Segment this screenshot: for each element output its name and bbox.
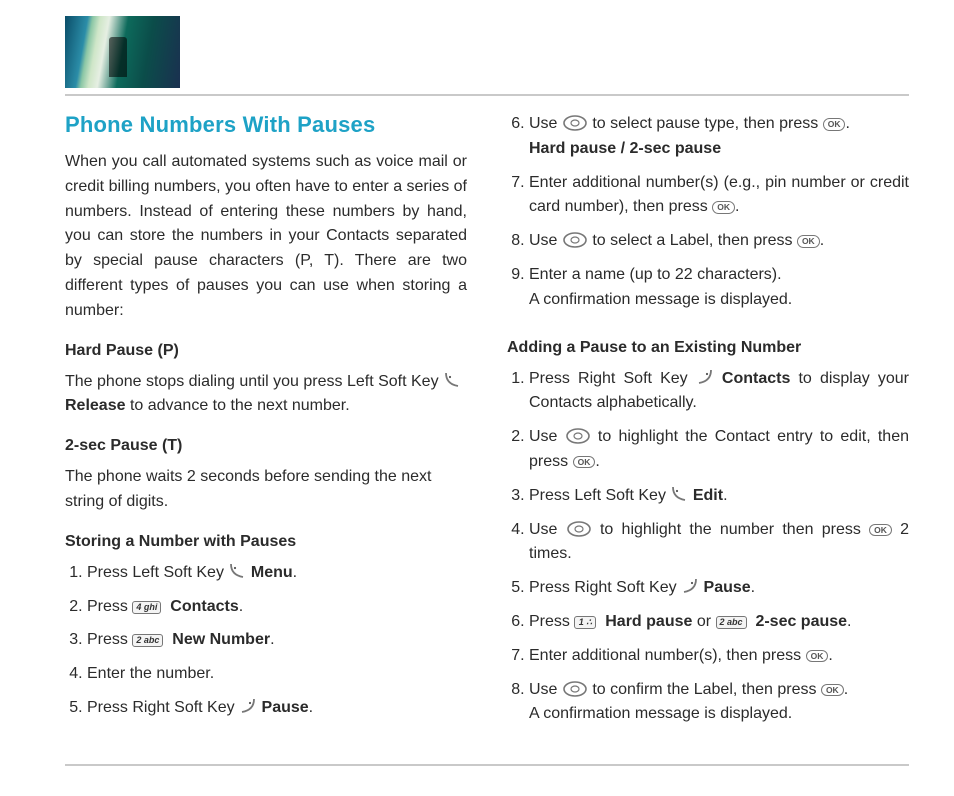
list-item: Use to select pause type, then press OK.… xyxy=(529,112,909,162)
divider-top xyxy=(65,94,909,96)
divider-bottom xyxy=(65,764,909,766)
list-item: Press Right Soft Key Contacts to display… xyxy=(529,367,909,417)
pause-options-label: Hard pause / 2-sec pause xyxy=(529,140,721,157)
text: Press Left Soft Key xyxy=(87,564,228,581)
edit-label: Edit xyxy=(693,487,723,504)
section-title: Phone Numbers With Pauses xyxy=(65,112,467,138)
list-item: Press 2 abc New Number. xyxy=(87,628,467,653)
text: Press Right Soft Key xyxy=(529,370,696,387)
text: to advance to the next number. xyxy=(126,397,350,414)
list-item: Enter a name (up to 22 characters). A co… xyxy=(529,263,909,313)
key-1-icon: 1 ∴ xyxy=(574,616,596,629)
list-item: Press Left Soft Key Menu. xyxy=(87,561,467,586)
text: Use xyxy=(529,115,562,132)
left-softkey-icon xyxy=(670,485,688,503)
nav-key-icon xyxy=(566,520,592,538)
list-item: Enter additional number(s) (e.g., pin nu… xyxy=(529,171,909,221)
text: Enter additional number(s), then press xyxy=(529,647,806,664)
page: Phone Numbers With Pauses When you call … xyxy=(0,0,954,796)
list-item: Use to select a Label, then press OK. xyxy=(529,229,909,254)
list-item: Press Right Soft Key Pause. xyxy=(87,696,467,721)
nav-key-icon xyxy=(565,427,591,445)
right-softkey-icon xyxy=(239,697,257,715)
nav-key-icon xyxy=(562,231,588,249)
list-item: Use to highlight the number then press O… xyxy=(529,518,909,568)
text: Press Left Soft Key xyxy=(529,487,670,504)
ok-key-icon: OK xyxy=(821,684,844,697)
text: to confirm the Label, then press xyxy=(592,681,821,698)
storing-list-cont: Use to select pause type, then press OK.… xyxy=(507,112,909,313)
contacts-label: Contacts xyxy=(170,598,238,615)
key-2-icon: 2 abc xyxy=(716,616,747,629)
storing-list: Press Left Soft Key Menu. Press 4 ghi Co… xyxy=(65,561,467,721)
text: Use xyxy=(529,521,566,538)
ok-key-icon: OK xyxy=(573,456,596,469)
release-label: Release xyxy=(65,397,126,414)
list-item: Press Left Soft Key Edit. xyxy=(529,484,909,509)
sec-pause-text: The phone waits 2 seconds before sending… xyxy=(65,465,467,515)
text: Press xyxy=(87,598,132,615)
hard-pause-text: The phone stops dialing until you press … xyxy=(65,370,467,420)
pause-label: Pause xyxy=(262,699,309,716)
nav-key-icon xyxy=(562,680,588,698)
list-item: Press 1 ∴ Hard pause or 2 abc 2-sec paus… xyxy=(529,610,909,635)
left-softkey-icon xyxy=(228,562,246,580)
right-column: Use to select pause type, then press OK.… xyxy=(507,112,909,736)
pause-label: Pause xyxy=(704,579,751,596)
ok-key-icon: OK xyxy=(712,201,735,214)
sec-pause-label: 2-sec pause xyxy=(755,613,847,630)
key-4-icon: 4 ghi xyxy=(132,601,161,614)
ok-key-icon: OK xyxy=(797,235,820,248)
ok-key-icon: OK xyxy=(823,118,846,131)
contacts-label: Contacts xyxy=(722,370,790,387)
storing-heading: Storing a Number with Pauses xyxy=(65,533,467,551)
text: to select a Label, then press xyxy=(592,232,797,249)
list-item: Enter additional number(s), then press O… xyxy=(529,644,909,669)
list-item: Enter the number. xyxy=(87,662,467,687)
ok-key-icon: OK xyxy=(869,524,892,537)
hard-pause-label: Hard pause xyxy=(605,613,692,630)
text: A confirmation message is displayed. xyxy=(529,705,792,722)
text: Use xyxy=(529,232,562,249)
sec-pause-label: 2-sec Pause (T) xyxy=(65,437,467,455)
text: Press Right Soft Key xyxy=(529,579,681,596)
hard-pause-label: Hard Pause (P) xyxy=(65,342,467,360)
text: The phone stops dialing until you press … xyxy=(65,373,443,390)
new-number-label: New Number xyxy=(172,631,270,648)
adding-heading: Adding a Pause to an Existing Number xyxy=(507,339,909,357)
text: Press xyxy=(529,613,574,630)
intro-paragraph: When you call automated systems such as … xyxy=(65,150,467,324)
text: or xyxy=(692,613,715,630)
key-2-icon: 2 abc xyxy=(132,634,163,647)
right-softkey-icon xyxy=(681,577,699,595)
text: to highlight the number then press xyxy=(600,521,869,538)
text: Press Right Soft Key xyxy=(87,699,239,716)
list-item: Press Right Soft Key Pause. xyxy=(529,576,909,601)
text: A confirmation message is displayed. xyxy=(529,291,792,308)
text: Use xyxy=(529,428,565,445)
list-item: Use to confirm the Label, then press OK.… xyxy=(529,678,909,728)
left-column: Phone Numbers With Pauses When you call … xyxy=(65,112,467,736)
list-item: Use to highlight the Contact entry to ed… xyxy=(529,425,909,475)
left-softkey-icon xyxy=(443,371,461,389)
right-softkey-icon xyxy=(696,368,714,386)
text: Enter the number. xyxy=(87,665,214,682)
ok-key-icon: OK xyxy=(806,650,829,663)
list-item: Press 4 ghi Contacts. xyxy=(87,595,467,620)
adding-list: Press Right Soft Key Contacts to display… xyxy=(507,367,909,728)
text: Press xyxy=(87,631,132,648)
text: Use xyxy=(529,681,562,698)
text: Enter a name (up to 22 characters). xyxy=(529,266,782,283)
text: to select pause type, then press xyxy=(592,115,822,132)
content-columns: Phone Numbers With Pauses When you call … xyxy=(65,112,909,736)
header-image xyxy=(65,16,180,88)
nav-key-icon xyxy=(562,114,588,132)
menu-label: Menu xyxy=(251,564,293,581)
